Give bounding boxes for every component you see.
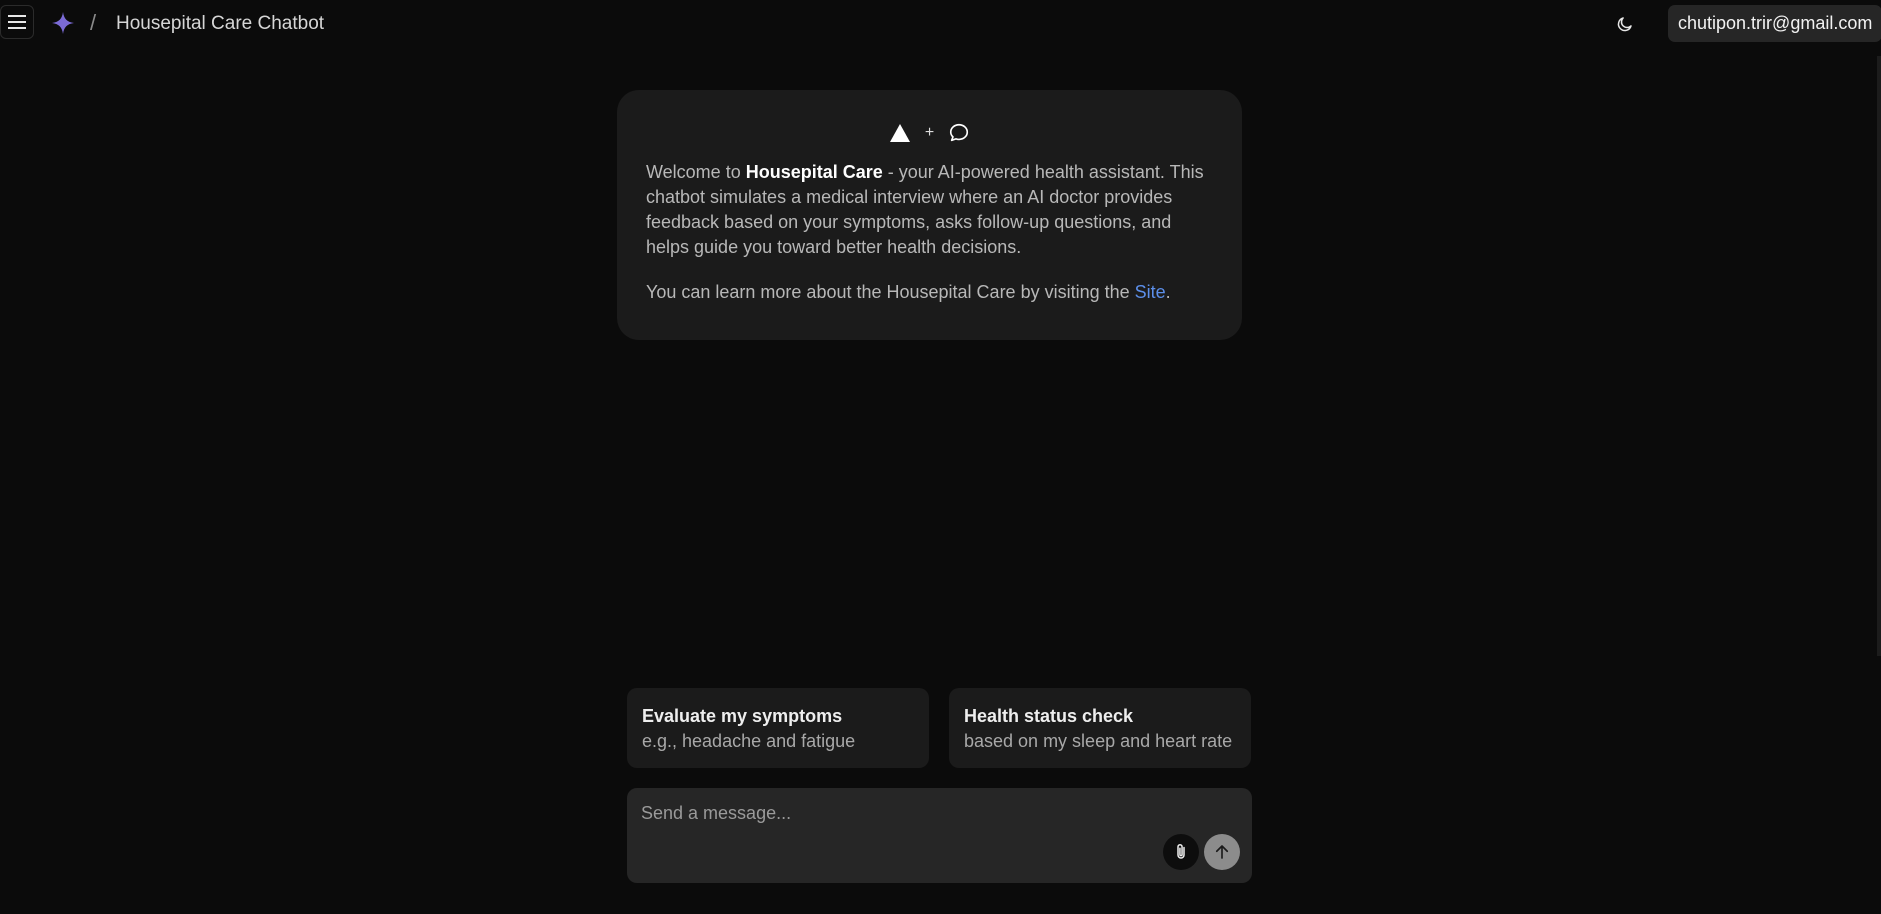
arrow-up-icon xyxy=(1215,845,1229,859)
hamburger-menu-icon xyxy=(8,15,26,29)
brand-name: Housepital Care xyxy=(745,162,883,182)
learn-more-text: You can learn more about the Housepital … xyxy=(646,280,1213,305)
suggestion-title: Health status check xyxy=(964,706,1134,726)
suggestion-subtitle: based on my sleep and heart rate xyxy=(964,731,1233,751)
message-composer xyxy=(627,788,1252,883)
paperclip-icon xyxy=(1177,844,1185,859)
sparkle-icon xyxy=(52,12,74,34)
theme-toggle-button[interactable] xyxy=(1610,9,1640,39)
scrollbar[interactable] xyxy=(1877,56,1881,656)
moon-icon xyxy=(1617,17,1632,32)
suggestion-evaluate-symptoms[interactable]: Evaluate my symptoms e.g., headache and … xyxy=(627,688,929,768)
suggestion-subtitle: e.g., headache and fatigue xyxy=(642,731,856,751)
intro-prefix: Welcome to xyxy=(646,162,746,182)
attach-file-button[interactable] xyxy=(1163,834,1199,870)
welcome-intro: Welcome to Housepital Care - your AI-pow… xyxy=(646,160,1213,260)
site-link[interactable]: Site xyxy=(1135,282,1166,302)
suggestion-title: Evaluate my symptoms xyxy=(642,706,843,726)
top-bar: / Housepital Care Chatbot chutipon.trir@… xyxy=(0,0,1881,48)
suggestion-health-status[interactable]: Health status check based on my sleep an… xyxy=(949,688,1251,768)
chat-bubble-icon xyxy=(950,123,969,142)
welcome-card: + Welcome to Housepital Care - your AI-p… xyxy=(617,90,1242,340)
plus-sign: + xyxy=(924,124,935,141)
page-title: Housepital Care Chatbot xyxy=(116,13,325,34)
user-account-button[interactable]: chutipon.trir@gmail.com xyxy=(1668,5,1881,42)
triangle-logo-icon xyxy=(889,124,910,142)
message-input[interactable] xyxy=(641,800,1221,826)
sidebar-toggle-button[interactable] xyxy=(0,5,34,39)
breadcrumb-separator: / xyxy=(90,10,97,35)
learn-suffix: . xyxy=(1165,282,1171,302)
send-message-button[interactable] xyxy=(1204,834,1240,870)
learn-prefix: You can learn more about the Housepital … xyxy=(646,282,1135,302)
user-email: chutipon.trir@gmail.com xyxy=(1678,13,1873,33)
logo-row: + xyxy=(646,118,1213,148)
